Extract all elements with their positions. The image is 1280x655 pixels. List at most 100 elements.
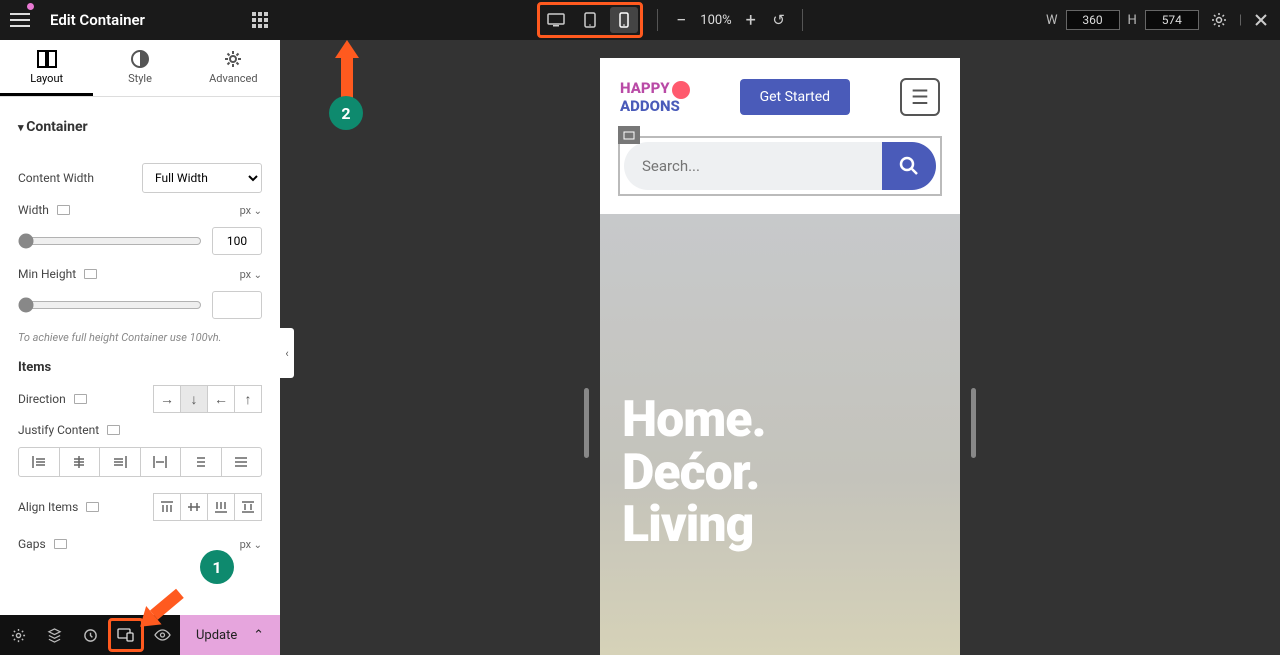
min-height-unit-select[interactable]: px <box>240 268 262 281</box>
desktop-device-button[interactable] <box>542 7 570 33</box>
justify-space-around-button[interactable] <box>180 448 221 476</box>
update-button[interactable]: Update ⌃ <box>180 615 280 655</box>
align-items-label: Align Items <box>18 500 78 514</box>
min-height-value-input[interactable] <box>212 291 262 319</box>
panel-title: Edit Container <box>40 11 240 29</box>
logo[interactable]: HAPPY ADDONS <box>620 81 690 114</box>
gaps-unit-select[interactable]: px <box>240 538 262 551</box>
justify-start-button[interactable] <box>19 448 59 476</box>
direction-column-button[interactable]: ↓ <box>180 385 208 413</box>
direction-label: Direction <box>18 392 66 406</box>
direction-row-button[interactable]: → <box>153 385 181 413</box>
justify-center-button[interactable] <box>59 448 100 476</box>
zoom-level: 100% <box>700 13 731 28</box>
width-label: W <box>1046 13 1058 28</box>
align-end-button[interactable] <box>207 493 235 521</box>
collapse-panel-handle[interactable]: ‹ <box>280 328 294 378</box>
preview-canvas: ‹ HAPPY ADDONS Get Started ☰ <box>280 40 1280 655</box>
content-width-label: Content Width <box>18 171 94 185</box>
layout-tab[interactable]: Layout <box>0 40 93 96</box>
responsive-icon[interactable] <box>74 394 87 404</box>
divider <box>802 9 803 31</box>
editor-panel: Layout Style Advanced Container Content … <box>0 40 280 655</box>
viewport-height-input[interactable] <box>1145 10 1199 30</box>
resize-handle-right[interactable] <box>971 388 976 458</box>
notification-dot-icon <box>27 3 34 10</box>
container-section-toggle[interactable]: Container <box>18 111 262 153</box>
content-width-select[interactable]: Full Width <box>142 163 262 193</box>
items-heading: Items <box>18 360 262 375</box>
advanced-icon <box>187 50 280 68</box>
resize-handle-left[interactable] <box>584 388 589 458</box>
style-tab[interactable]: Style <box>93 40 186 96</box>
responsive-icon[interactable] <box>107 425 120 435</box>
preview-header: HAPPY ADDONS Get Started ☰ <box>600 58 960 136</box>
min-height-label: Min Height <box>18 267 76 281</box>
responsive-icon[interactable] <box>86 502 99 512</box>
container-badge-icon[interactable] <box>618 126 640 144</box>
chevron-up-icon: ⌃ <box>253 628 264 643</box>
history-button[interactable] <box>72 615 108 655</box>
hero-line3: Living <box>622 499 938 552</box>
justify-content-options <box>18 447 262 477</box>
layout-icon <box>0 50 93 68</box>
tablet-device-button[interactable] <box>576 7 604 33</box>
search-input[interactable] <box>624 142 882 190</box>
mobile-menu-button[interactable]: ☰ <box>900 78 940 116</box>
style-tab-label: Style <box>128 72 152 85</box>
editor-topbar: Edit Container − 100% + ↺ W H <box>0 0 1280 40</box>
min-height-slider[interactable] <box>18 297 202 313</box>
annotation-arrow-2 <box>335 40 359 102</box>
main-menu-button[interactable] <box>0 0 40 40</box>
hero-line2: Dećor. <box>622 447 938 500</box>
hero-line1: Home. <box>622 394 938 447</box>
update-button-label: Update <box>196 628 237 643</box>
zoom-reset-button[interactable]: ↺ <box>770 11 788 29</box>
gaps-label: Gaps <box>18 537 46 551</box>
navigator-button[interactable] <box>36 615 72 655</box>
width-value-input[interactable] <box>212 227 262 255</box>
direction-row-reverse-button[interactable]: ← <box>207 385 235 413</box>
width-setting-label: Width <box>18 203 49 217</box>
logo-line2: ADDONS <box>620 97 680 115</box>
zoom-out-button[interactable]: − <box>672 10 690 31</box>
panel-tabs: Layout Style Advanced <box>0 40 280 97</box>
advanced-tab-label: Advanced <box>209 72 257 85</box>
justify-end-button[interactable] <box>99 448 140 476</box>
divider <box>657 9 658 31</box>
widgets-panel-button[interactable] <box>240 0 280 40</box>
annotation-badge-1: 1 <box>200 550 234 584</box>
justify-space-evenly-button[interactable] <box>221 448 262 476</box>
device-frame: HAPPY ADDONS Get Started ☰ Home. Dećor. … <box>600 58 960 655</box>
width-slider[interactable] <box>18 233 202 249</box>
search-button[interactable] <box>882 142 936 190</box>
annotation-badge-2: 2 <box>329 96 363 130</box>
align-start-button[interactable] <box>153 493 181 521</box>
align-center-button[interactable] <box>180 493 208 521</box>
responsive-icon[interactable] <box>57 205 70 215</box>
responsive-icon[interactable] <box>84 269 97 279</box>
page-settings-button[interactable] <box>0 615 36 655</box>
height-label: H <box>1128 13 1137 28</box>
zoom-controls: − 100% + ↺ <box>672 10 787 31</box>
align-stretch-button[interactable] <box>234 493 262 521</box>
style-icon <box>93 50 186 68</box>
responsive-icon[interactable] <box>54 539 67 549</box>
close-button[interactable] <box>1250 13 1272 27</box>
mobile-device-button[interactable] <box>610 7 638 33</box>
search-container-selected[interactable] <box>618 136 942 196</box>
logo-line1: HAPPY <box>620 79 670 97</box>
responsive-device-switcher <box>537 2 643 38</box>
settings-icon[interactable] <box>1207 12 1231 28</box>
justify-space-between-button[interactable] <box>140 448 181 476</box>
layout-tab-label: Layout <box>30 72 63 85</box>
min-height-hint: To achieve full height Container use 100… <box>18 331 262 344</box>
viewport-width-input[interactable] <box>1066 10 1120 30</box>
zoom-in-button[interactable]: + <box>742 10 760 31</box>
justify-content-label: Justify Content <box>18 423 99 437</box>
width-unit-select[interactable]: px <box>240 204 262 217</box>
hero-section: Home. Dećor. Living <box>600 214 960 655</box>
get-started-button[interactable]: Get Started <box>740 79 851 115</box>
advanced-tab[interactable]: Advanced <box>187 40 280 96</box>
direction-column-reverse-button[interactable]: ↑ <box>234 385 262 413</box>
